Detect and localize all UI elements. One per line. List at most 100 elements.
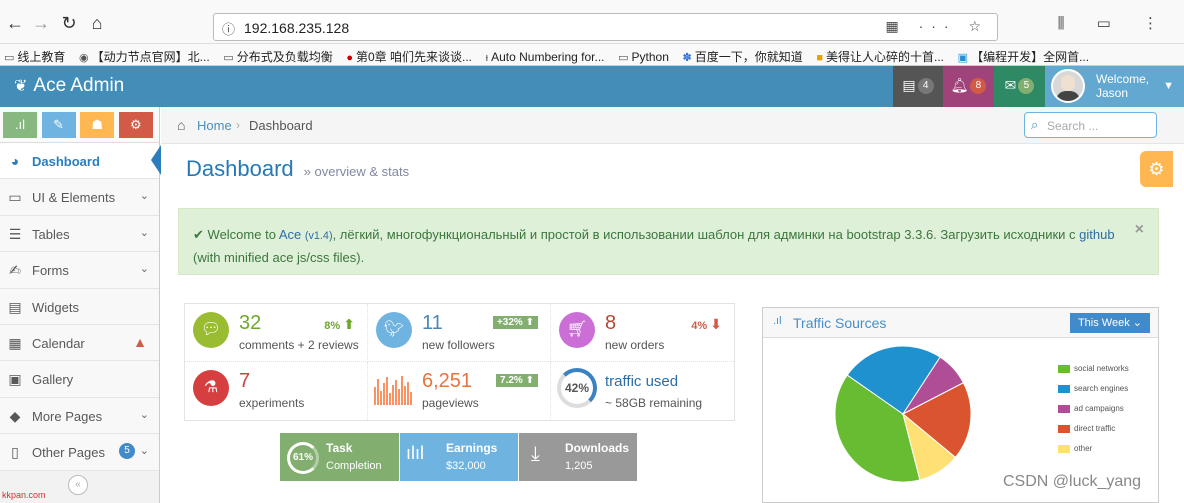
- legend-swatch: [1058, 425, 1070, 433]
- search-placeholder: Search ...: [1047, 119, 1099, 133]
- user-greeting: Welcome, Jason: [1096, 72, 1149, 100]
- infobox-stat: 7.2% ⬆: [496, 374, 538, 387]
- legend-label: search engines: [1074, 384, 1129, 393]
- sidebar-item-tables[interactable]: ☰ Tables ⌄: [0, 215, 159, 253]
- sidebar-item-label: Calendar: [32, 335, 85, 351]
- sidebar-shortcuts: .ıl ✎ ☗ ⚙: [0, 107, 159, 143]
- bookmark-item[interactable]: ■ 美得让人心碎的十首...: [812, 44, 950, 65]
- welcome-text: Welcome,: [1096, 72, 1150, 86]
- info-icon[interactable]: ⓘ: [222, 19, 235, 38]
- user-menu[interactable]: Welcome, Jason ▼: [1045, 66, 1184, 107]
- globe-icon: ◉: [79, 52, 89, 64]
- flask-icon: ⚗: [193, 370, 229, 406]
- browser-toolbar: ← → ↻ ⌂ ⓘ 192.168.235.128 ▦ ··· ☆ ⫼ ▭ ⋮: [0, 0, 1184, 44]
- legend-item: other: [1058, 444, 1129, 464]
- tasks-button[interactable]: ▤ 4: [893, 66, 943, 107]
- page-actions-icon[interactable]: ▦ ··· ☆: [885, 18, 989, 35]
- week-dropdown[interactable]: This Week ⌄: [1069, 313, 1150, 333]
- sidebar-item-other-pages[interactable]: ▯ Other Pages 5 ⌄: [0, 434, 159, 471]
- other-pages-badge: 5: [119, 443, 135, 460]
- legend-label: social networks: [1074, 364, 1129, 373]
- bookmark-item[interactable]: ▭ 线上教育: [0, 44, 71, 65]
- sidebar-item-label: Gallery: [32, 372, 74, 388]
- signal-icon: .ıl: [773, 315, 782, 327]
- chevron-down-icon: ⌄: [139, 226, 149, 239]
- sidebar-item-label: Dashboard: [32, 154, 100, 169]
- button-subtitle: $32,000: [446, 460, 486, 472]
- bookmark-item[interactable]: ▭ Python: [614, 46, 675, 64]
- legend-label: ad campaigns: [1074, 404, 1124, 413]
- pencil-shortcut-button[interactable]: ✎: [41, 112, 76, 138]
- settings-gear-button[interactable]: ⚙: [1140, 151, 1173, 187]
- bookmark-item[interactable]: ◉ 【动力节点官网】北...: [75, 44, 216, 65]
- file-icon: ▯: [11, 444, 19, 461]
- sidebar-item-label: More Pages: [32, 408, 103, 424]
- sidebar-item-more-pages[interactable]: ◆ More Pages ⌄: [0, 397, 159, 435]
- chart-legend: social networks search engines ad campaign…: [1058, 364, 1129, 464]
- bookmark-label: Python: [631, 50, 669, 64]
- bookmark-item[interactable]: ✽ 百度一下，你就知道: [679, 44, 809, 65]
- github-link[interactable]: github: [1079, 227, 1114, 242]
- infobox-pageviews: 6,251 pageviews 7.2% ⬆: [368, 362, 551, 420]
- bookmark-label: 线上教育: [17, 50, 66, 64]
- infobox-number: 32: [239, 312, 262, 334]
- infobox-number: 8: [605, 312, 617, 334]
- bookmark-item[interactable]: ● 第0章 咱们先来谈谈...: [342, 44, 478, 65]
- breadcrumb-home-link[interactable]: Home: [197, 118, 232, 133]
- bar-chart-icon: ılıl: [406, 443, 424, 463]
- infobox-number: 6,251: [422, 370, 473, 392]
- home-icon[interactable]: ⌂: [86, 12, 108, 34]
- forward-icon[interactable]: →: [30, 12, 52, 34]
- sidebar-item-ui-elements[interactable]: ▭ UI & Elements ⌄: [0, 179, 159, 216]
- arrow-down-icon: ⬇: [710, 316, 722, 332]
- list-icon: ☰: [8, 225, 22, 242]
- collapse-sidebar-icon[interactable]: «: [68, 475, 88, 495]
- close-icon[interactable]: ×: [1135, 221, 1144, 239]
- notifications-button[interactable]: 🔔︎ 8: [943, 66, 994, 107]
- address-bar[interactable]: ⓘ 192.168.235.128 ▦ ··· ☆: [213, 13, 998, 41]
- infobox-label: pageviews: [422, 396, 479, 410]
- caret-down-icon: ⌄: [1132, 317, 1142, 329]
- bookmark-item[interactable]: ᵻ Auto Numbering for...: [482, 46, 611, 64]
- infobox-stat: 4% ⬇: [691, 316, 722, 333]
- tag-icon: ◆: [9, 407, 21, 424]
- folder-icon: ▭: [4, 52, 15, 64]
- alert-version: (v1.4): [304, 230, 333, 242]
- sidebar-item-dashboard[interactable]: ◕ Dashboard: [0, 143, 161, 180]
- sidebar: .ıl ✎ ☗ ⚙ ◕ Dashboard ▭ UI & Elements ⌄ …: [0, 107, 161, 503]
- sidebar-item-forms[interactable]: ✍ Forms ⌄: [0, 252, 159, 289]
- infobox-traffic: 42% traffic used ~ 58GB remaining: [551, 362, 734, 420]
- alert-suffix: (with minified ace js/css files).: [193, 250, 365, 265]
- bookmark-label: 【编程开发】全网首...: [971, 50, 1090, 64]
- signal-shortcut-button[interactable]: .ıl: [3, 112, 37, 138]
- legend-item: social networks: [1058, 364, 1129, 384]
- task-completion-button[interactable]: 61% Task Completion: [280, 433, 399, 481]
- warning-icon: ▲: [133, 333, 147, 350]
- reload-icon[interactable]: ↻: [58, 12, 80, 34]
- legend-swatch: [1058, 405, 1070, 413]
- brand[interactable]: ❦ Ace Admin: [14, 75, 124, 97]
- download-icon: ⤓: [531, 443, 540, 465]
- bookmark-item[interactable]: ▣ 【编程开发】全网首...: [954, 44, 1095, 65]
- users-shortcut-button[interactable]: ☗: [80, 112, 115, 138]
- messages-button[interactable]: ✉ 5: [994, 66, 1045, 107]
- downloads-button[interactable]: ⤓ Downloads 1,205: [519, 433, 637, 481]
- search-input[interactable]: ⌕ Search ...: [1024, 112, 1157, 138]
- legend-swatch: [1058, 385, 1070, 393]
- list-alt-icon: ▤: [8, 298, 22, 315]
- sidebar-item-widgets[interactable]: ▤ Widgets: [0, 288, 159, 325]
- sidebar-item-gallery[interactable]: ▣ Gallery: [0, 361, 159, 398]
- widget-header: .ıl Traffic Sources This Week ⌄: [763, 308, 1158, 338]
- alert-prefix: Welcome to: [207, 227, 276, 242]
- earnings-button[interactable]: ılıl Earnings $32,000: [400, 433, 518, 481]
- sidebar-item-calendar[interactable]: ▦ Calendar ▲: [0, 324, 159, 362]
- check-icon: ✔: [193, 227, 204, 242]
- sparkline-bars: [374, 376, 413, 406]
- library-icon[interactable]: ⫼ ▭ ⋮: [1058, 14, 1172, 32]
- infobox-label: new followers: [422, 338, 495, 352]
- cogs-shortcut-button[interactable]: ⚙: [118, 112, 153, 138]
- infobox-followers: 🐦︎ 11 new followers +32% ⬆: [368, 304, 551, 362]
- back-icon[interactable]: ←: [4, 12, 26, 34]
- twitter-icon: 🐦︎: [376, 312, 412, 348]
- bookmark-item[interactable]: ▭ 分布式及负载均衡: [219, 44, 338, 65]
